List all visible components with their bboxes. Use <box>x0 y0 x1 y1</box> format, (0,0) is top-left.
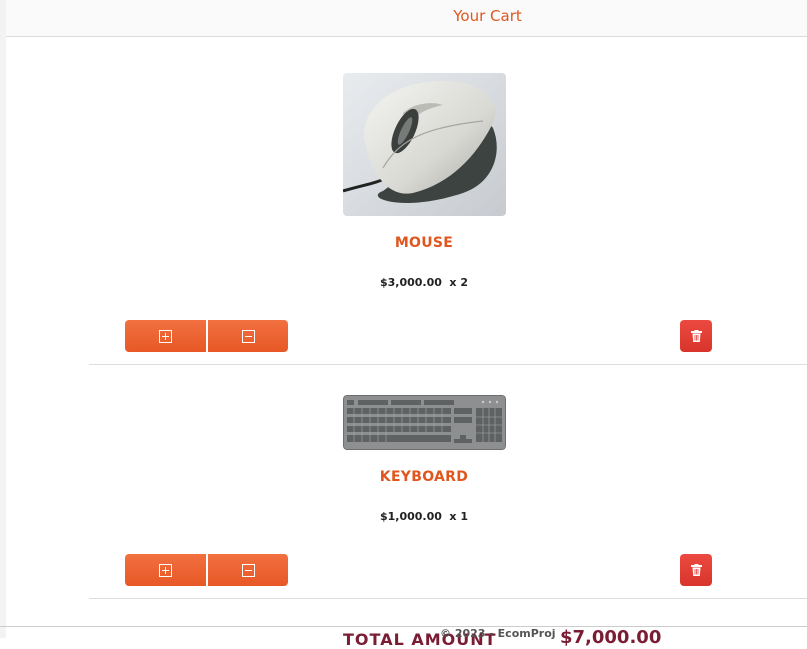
product-price: $1,000.00 <box>379 510 442 523</box>
remove-item-button[interactable] <box>680 554 712 586</box>
product-price: $3,000.00 <box>379 276 442 289</box>
price-line: $1,000.00 x 1 <box>89 510 759 523</box>
decrease-quantity-button[interactable] <box>208 320 288 352</box>
increase-quantity-button[interactable] <box>125 554 206 586</box>
price-line: $3,000.00 x 2 <box>89 276 759 289</box>
keyboard-image <box>343 395 506 450</box>
remove-item-button[interactable] <box>680 320 712 352</box>
decrease-quantity-button[interactable] <box>208 554 288 586</box>
trash-icon <box>690 564 702 576</box>
product-name: KEYBOARD <box>379 469 469 485</box>
product-name: MOUSE <box>394 235 454 251</box>
plus-square-icon <box>159 329 172 343</box>
plus-square-icon <box>159 563 172 577</box>
product-quantity: x 1 <box>449 510 469 523</box>
footer-copyright: © 2023 - EcomProj <box>440 627 556 640</box>
minus-square-icon <box>241 563 255 577</box>
cart-item-keyboard: KEYBOARD $1,000.00 x 1 <box>89 364 807 599</box>
header-bar: Your Cart <box>6 0 807 37</box>
product-image-mouse <box>343 73 506 216</box>
computer-mouse-image <box>343 73 506 216</box>
footer-divider <box>0 626 807 627</box>
increase-quantity-button[interactable] <box>125 320 206 352</box>
page-title: Your Cart <box>453 7 522 25</box>
product-image-keyboard <box>343 395 506 450</box>
minus-square-icon <box>241 329 255 343</box>
cart-item-mouse: MOUSE $3,000.00 x 2 <box>89 37 807 365</box>
product-quantity: x 2 <box>449 276 469 289</box>
trash-icon <box>690 330 702 342</box>
left-edge <box>0 0 6 638</box>
